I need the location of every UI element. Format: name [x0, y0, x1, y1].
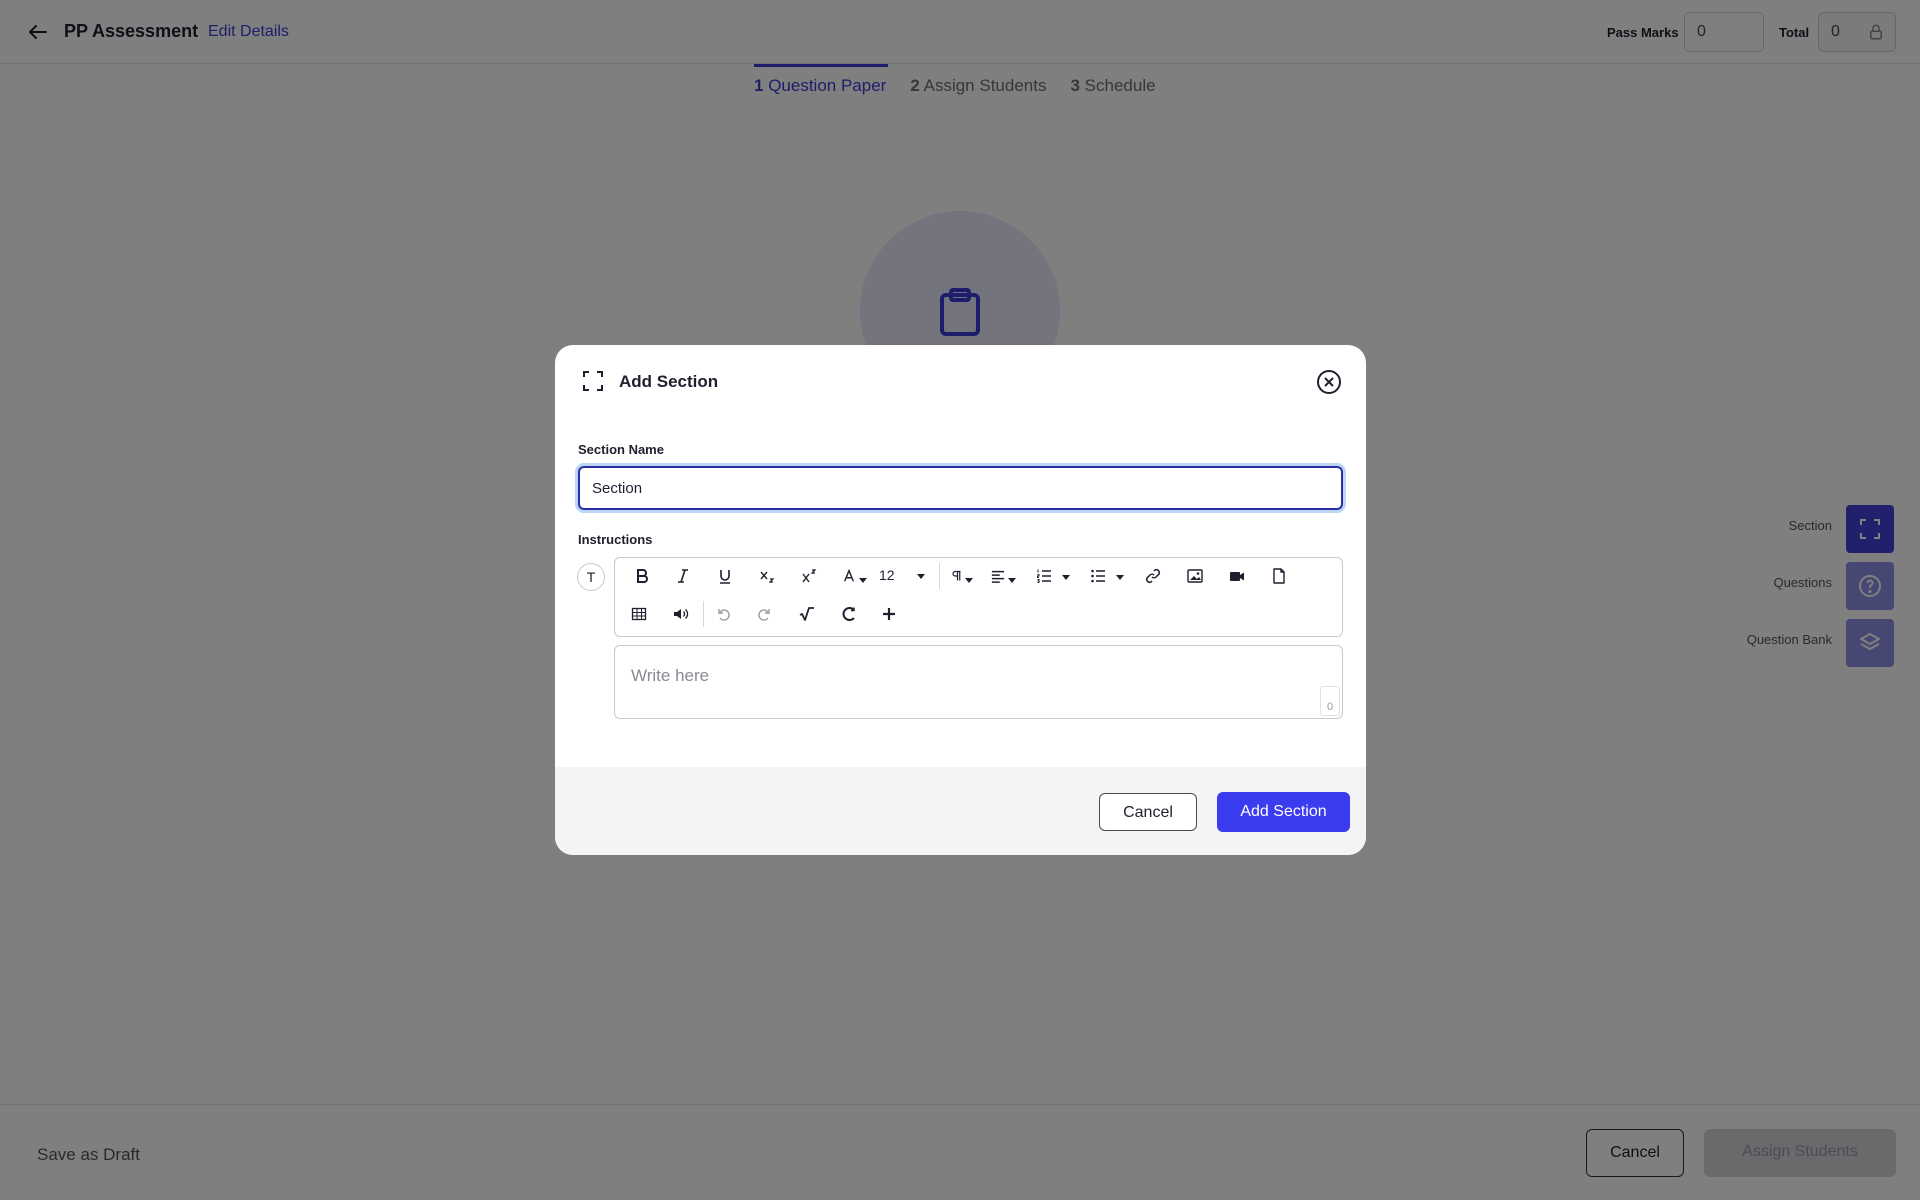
font-color-dropdown[interactable] — [837, 563, 871, 589]
underline-icon — [720, 570, 730, 584]
section-name-input[interactable] — [578, 466, 1343, 510]
insert-link-button[interactable] — [1140, 563, 1166, 589]
expand-icon — [583, 371, 603, 391]
chemistry-button[interactable] — [836, 601, 862, 627]
subscript-icon — [760, 571, 775, 583]
image-icon — [1187, 569, 1203, 583]
math-equation-button[interactable] — [794, 601, 820, 627]
align-dropdown[interactable] — [986, 563, 1020, 589]
chevron-down-icon — [1061, 575, 1070, 581]
ordered-list-button[interactable] — [1033, 563, 1055, 589]
chevron-down-icon — [858, 577, 867, 583]
chevron-down-icon — [1007, 577, 1016, 583]
font-size-dropdown[interactable]: 12 — [879, 563, 929, 589]
file-icon — [1273, 568, 1285, 584]
editor-placeholder: Write here — [631, 666, 710, 685]
insert-file-button[interactable] — [1266, 563, 1292, 589]
add-section-dialog: Add Section Section Name Instructions T … — [555, 345, 1366, 855]
table-icon — [631, 607, 647, 621]
undo-button[interactable] — [710, 601, 736, 627]
instructions-label: Instructions — [578, 532, 653, 547]
font-color-icon — [843, 568, 854, 582]
video-icon — [1230, 572, 1244, 581]
bold-button[interactable] — [629, 563, 655, 589]
text-mode-toggle[interactable]: T — [577, 563, 605, 591]
character-counter: 0 — [1320, 686, 1340, 716]
bullet-list-icon — [1091, 569, 1105, 583]
chevron-down-icon — [1115, 575, 1124, 581]
redo-icon — [758, 609, 770, 621]
dialog-footer: Cancel Add Section — [555, 767, 1366, 855]
align-left-icon — [991, 570, 1004, 583]
speaker-icon — [674, 609, 689, 619]
bullet-list-button[interactable] — [1087, 563, 1109, 589]
font-size-value: 12 — [879, 567, 895, 583]
insert-table-button[interactable] — [626, 601, 652, 627]
toolbar-divider — [703, 601, 704, 627]
link-icon — [1145, 568, 1161, 584]
paragraph-icon — [951, 570, 960, 581]
ordered-list-options[interactable] — [1058, 563, 1070, 589]
insert-audio-button[interactable] — [668, 601, 694, 627]
italic-icon — [678, 569, 688, 583]
dialog-title: Add Section — [619, 372, 719, 391]
chevron-down-icon — [916, 573, 925, 579]
italic-button[interactable] — [670, 563, 696, 589]
subscript-button[interactable] — [754, 563, 780, 589]
chevron-down-icon — [964, 577, 973, 583]
more-options-button[interactable] — [876, 601, 902, 627]
toolbar-divider — [939, 563, 940, 589]
add-section-button[interactable]: Add Section — [1217, 792, 1350, 832]
chemistry-c-icon — [842, 607, 855, 621]
paragraph-format-dropdown[interactable] — [944, 563, 978, 589]
plus-icon — [883, 608, 895, 620]
ordered-list-icon — [1037, 569, 1051, 583]
square-root-icon — [799, 607, 814, 621]
insert-video-button[interactable] — [1224, 563, 1250, 589]
superscript-icon — [802, 569, 817, 583]
bold-icon — [637, 569, 648, 583]
rich-text-toolbar: 12 — [614, 557, 1343, 637]
redo-button[interactable] — [752, 601, 778, 627]
superscript-button[interactable] — [796, 563, 822, 589]
instructions-editor[interactable]: Write here 0 — [614, 645, 1343, 719]
cancel-button[interactable]: Cancel — [1099, 793, 1197, 831]
bullet-list-options[interactable] — [1112, 563, 1124, 589]
undo-icon — [718, 609, 730, 621]
insert-image-button[interactable] — [1182, 563, 1208, 589]
underline-button[interactable] — [712, 563, 738, 589]
section-name-label: Section Name — [578, 442, 664, 457]
close-icon[interactable] — [1316, 369, 1342, 395]
